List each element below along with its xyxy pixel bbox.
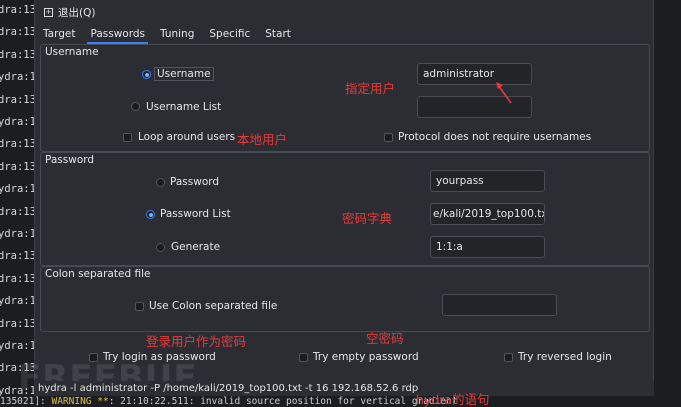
- annotation-password-dict: 密码字典: [342, 211, 393, 226]
- annotation-login-as-password: 登录用户作为密码: [146, 334, 247, 349]
- username-field[interactable]: administrator: [417, 63, 532, 85]
- arrow-icon: [496, 82, 512, 104]
- annotation-empty-password: 空密码: [366, 331, 404, 346]
- annotation-local-user: 本地用户: [237, 132, 288, 147]
- generate-radio[interactable]: [156, 243, 165, 252]
- password-group-title: Password: [45, 154, 95, 166]
- quit-menu[interactable]: 退出(Q): [58, 5, 95, 20]
- password-radio-label: Password: [170, 176, 220, 188]
- colon-file-group: Colon separated file: [40, 266, 650, 332]
- command-preview: hydra -l administrator -P /home/kali/201…: [34, 381, 654, 396]
- password-field[interactable]: yourpass: [430, 170, 545, 192]
- protocol-no-usernames-checkbox[interactable]: [384, 133, 393, 142]
- use-colon-file-checkbox[interactable]: [135, 302, 144, 311]
- use-colon-file-label: Use Colon separated file: [149, 300, 278, 312]
- username-list-radio-label: Username List: [146, 101, 222, 113]
- right-background: [654, 0, 681, 396]
- square-plus-icon: +: [44, 7, 53, 17]
- protocol-no-usernames-label: Protocol does not require usernames: [398, 131, 592, 143]
- colon-file-field[interactable]: [442, 294, 557, 316]
- loop-around-users-checkbox[interactable]: [123, 133, 132, 142]
- username-list-radio[interactable]: [131, 102, 140, 111]
- password-radio[interactable]: [156, 178, 165, 187]
- try-empty-password-label: Try empty password: [313, 351, 419, 363]
- tab-bar: Target Passwords Tuning Specific Start: [40, 26, 294, 44]
- tab-specific[interactable]: Specific: [206, 26, 253, 44]
- tab-tuning[interactable]: Tuning: [157, 26, 197, 44]
- username-group-title: Username: [45, 46, 99, 58]
- menubar: + 退出(Q): [34, 2, 95, 22]
- tab-target[interactable]: Target: [40, 26, 78, 44]
- password-list-field[interactable]: e/kali/2019_top100.txt: [430, 203, 545, 225]
- annotation-hydra-statement: hydra的语句: [416, 392, 490, 407]
- generate-field[interactable]: 1:1:a: [430, 236, 545, 258]
- tab-passwords[interactable]: Passwords: [87, 26, 148, 44]
- username-list-field[interactable]: [417, 96, 532, 118]
- colon-file-group-title: Colon separated file: [45, 268, 151, 280]
- try-reversed-login-label: Try reversed login: [518, 351, 612, 363]
- username-radio[interactable]: [142, 70, 151, 79]
- loop-around-users-label: Loop around users: [138, 131, 236, 143]
- username-radio-label: Username: [154, 67, 214, 81]
- try-empty-password-checkbox[interactable]: [299, 353, 308, 362]
- password-list-radio[interactable]: [146, 210, 155, 219]
- generate-radio-label: Generate: [171, 241, 221, 253]
- tab-start[interactable]: Start: [262, 26, 294, 44]
- password-list-radio-label: Password List: [160, 208, 231, 220]
- try-reversed-login-checkbox[interactable]: [504, 353, 513, 362]
- annotation-specify-user: 指定用户: [345, 81, 396, 96]
- try-login-as-password-checkbox[interactable]: [89, 353, 98, 362]
- try-login-as-password-label: Try login as password: [103, 351, 216, 363]
